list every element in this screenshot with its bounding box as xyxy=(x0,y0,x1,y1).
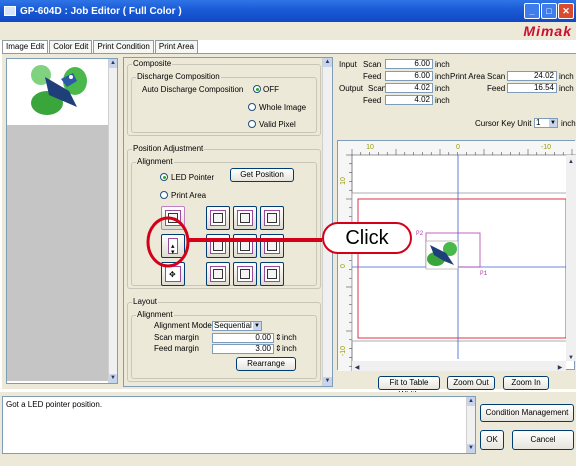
annotation-overlay xyxy=(146,216,322,268)
click-callout: Click xyxy=(322,222,412,254)
